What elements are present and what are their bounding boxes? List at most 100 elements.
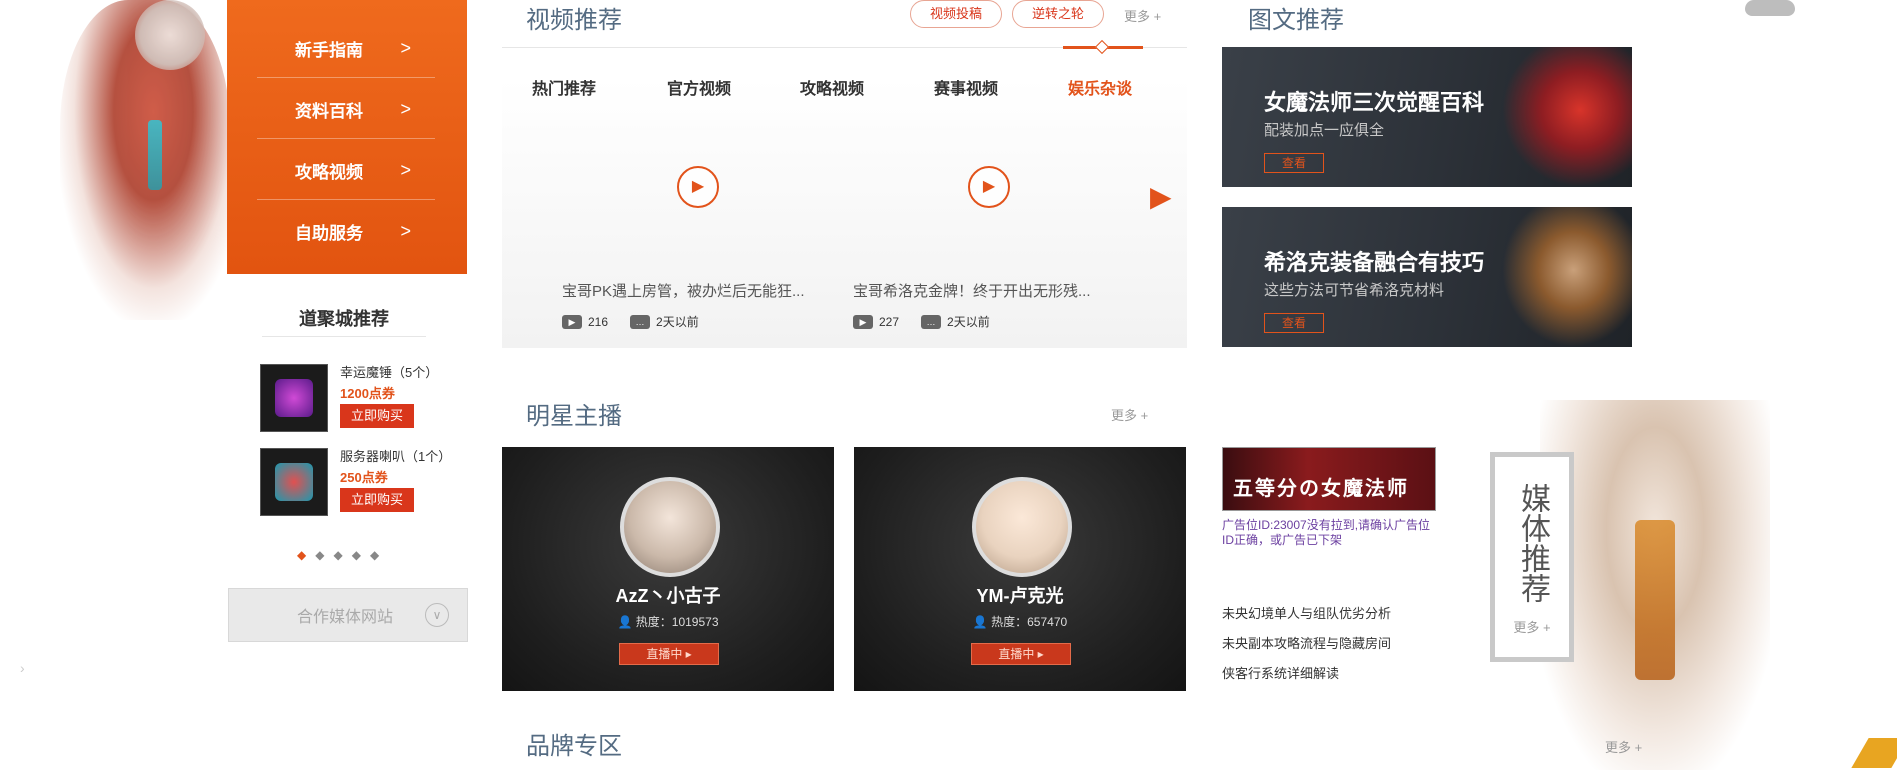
- tab-official[interactable]: 官方视频: [667, 75, 731, 99]
- streamer-heat: 👤 热度：1019573: [502, 613, 834, 630]
- streamers-section-title: 明星主播: [526, 403, 622, 430]
- carousel-dot[interactable]: ◆: [333, 548, 351, 562]
- reversal-wheel-button[interactable]: 逆转之轮: [1012, 0, 1104, 28]
- video-submit-button[interactable]: 视频投稿: [910, 0, 1002, 28]
- video-meta: ▶ 216 … 2天以前: [562, 313, 699, 330]
- nav-divider: [257, 138, 435, 139]
- item-thumbnail[interactable]: [260, 364, 328, 432]
- character-tassel: [148, 120, 162, 190]
- article-card[interactable]: 女魔法师三次觉醒百科 配装加点一应俱全 查看: [1222, 47, 1632, 187]
- brand-more-link[interactable]: 更多 +: [1605, 737, 1642, 756]
- nav-item-label: 攻略视频: [295, 162, 363, 182]
- streamers-more-link[interactable]: 更多 +: [1111, 405, 1148, 424]
- tab-tournament[interactable]: 赛事视频: [934, 75, 998, 99]
- comment-icon: …: [630, 314, 651, 329]
- live-button[interactable]: 直播中 ▸: [619, 643, 719, 665]
- user-icon: 👤: [972, 615, 992, 629]
- buy-button[interactable]: 立即购买: [340, 488, 414, 512]
- character-sash: [1635, 520, 1675, 680]
- nav-item-guide-videos[interactable]: 攻略视频 >: [257, 140, 435, 200]
- nav-item-newbie-guide[interactable]: 新手指南 >: [257, 18, 435, 78]
- ad-banner[interactable]: 五等分の女魔法师: [1222, 447, 1436, 511]
- carousel-dots: ◆◆◆◆◆: [297, 548, 388, 562]
- tab-guide[interactable]: 攻略视频: [800, 75, 864, 99]
- card-illustration: [1502, 47, 1632, 187]
- side-nav: 新手指南 > 资料百科 > 攻略视频 > 自助服务 >: [227, 0, 467, 274]
- item-thumbnail[interactable]: [260, 448, 328, 516]
- article-card[interactable]: 希洛克装备融合有技巧 这些方法可节省希洛克材料 查看: [1222, 207, 1632, 347]
- speaker-icon: [275, 463, 313, 501]
- news-link[interactable]: 未央幻境单人与组队优劣分析: [1222, 603, 1391, 622]
- nav-item-encyclopedia[interactable]: 资料百科 >: [257, 79, 435, 139]
- comment-icon: …: [921, 314, 942, 329]
- play-count-icon: ▶: [562, 314, 582, 329]
- streamer-name: AzZ丶小古子: [615, 586, 721, 606]
- brand-section-title: 品牌专区: [526, 733, 622, 760]
- avatar[interactable]: [620, 477, 720, 577]
- view-button[interactable]: 查看: [1264, 313, 1324, 333]
- play-count: 227: [879, 314, 900, 329]
- item-name[interactable]: 幸运魔锤（5个）: [340, 362, 438, 381]
- tab-entertainment[interactable]: 娱乐杂谈: [1068, 75, 1132, 99]
- chevron-right-icon: >: [400, 159, 411, 180]
- streamer-name: YM-卢克光: [976, 586, 1064, 606]
- video-section-title: 视频推荐: [526, 7, 622, 34]
- nav-item-label: 自助服务: [295, 223, 363, 243]
- character-illustration-left: [60, 0, 230, 320]
- carousel-dot[interactable]: ◆: [352, 548, 370, 562]
- video-more-link[interactable]: 更多 +: [1124, 6, 1161, 25]
- news-link[interactable]: 未央副本攻略流程与隐藏房间: [1222, 633, 1391, 652]
- item-name[interactable]: 服务器喇叭（1个）: [340, 446, 451, 465]
- next-arrow-icon[interactable]: ▶: [1150, 180, 1172, 213]
- media-more-link[interactable]: 更多 +: [1495, 617, 1569, 636]
- item-price: 250点券: [340, 470, 388, 485]
- card-illustration: [1502, 207, 1632, 347]
- chevron-right-icon: >: [400, 98, 411, 119]
- carousel-dot[interactable]: ◆: [315, 548, 333, 562]
- nav-item-self-service[interactable]: 自助服务 >: [257, 201, 435, 261]
- video-time: 2天以前: [656, 315, 699, 329]
- view-button[interactable]: 查看: [1264, 153, 1324, 173]
- divider: [262, 336, 426, 337]
- tab-hot[interactable]: 热门推荐: [532, 75, 596, 99]
- streamer-card[interactable]: YM-卢克光 👤 热度：657470 直播中 ▸: [854, 447, 1186, 691]
- chevron-right-icon: >: [400, 37, 411, 58]
- chevron-right-icon: >: [400, 220, 411, 241]
- chevron-right-icon[interactable]: ›: [20, 660, 25, 676]
- card-subtitle: 这些方法可节省希洛克材料: [1264, 282, 1445, 299]
- card-subtitle: 配装加点一应俱全: [1264, 122, 1385, 139]
- video-time: 2天以前: [947, 315, 990, 329]
- item-price: 1200点券: [340, 386, 395, 401]
- chevron-down-icon: ∨: [425, 603, 449, 627]
- nav-item-label: 新手指南: [295, 40, 363, 60]
- cloud-decoration: [1745, 0, 1795, 16]
- avatar[interactable]: [972, 477, 1072, 577]
- card-title: 希洛克装备融合有技巧: [1264, 250, 1485, 275]
- heat-value: 1019573: [671, 615, 719, 629]
- corner-badge[interactable]: [1851, 738, 1897, 768]
- video-caption[interactable]: 宝哥PK遇上房管，被办烂后无能狂...: [562, 280, 805, 301]
- nav-divider: [257, 77, 435, 78]
- play-icon[interactable]: ▶: [677, 166, 719, 208]
- streamer-heat: 👤 热度：657470: [854, 613, 1186, 630]
- user-icon: 👤: [617, 615, 636, 629]
- nav-item-label: 资料百科: [295, 101, 363, 121]
- video-caption[interactable]: 宝哥希洛克金牌！终于开出无形残...: [853, 280, 1091, 301]
- character-illustration-right: [1540, 400, 1770, 770]
- play-icon[interactable]: ▶: [968, 166, 1010, 208]
- media-recommend-box[interactable]: 媒体推荐 更多 +: [1490, 452, 1574, 662]
- mall-title: 道聚城推荐: [299, 309, 389, 329]
- carousel-dot-active[interactable]: ◆: [297, 548, 315, 562]
- live-button[interactable]: 直播中 ▸: [971, 643, 1071, 665]
- partner-media-dropdown[interactable]: 合作媒体网站 ∨: [228, 588, 468, 642]
- carousel-dot[interactable]: ◆: [370, 548, 388, 562]
- play-count-icon: ▶: [853, 314, 873, 329]
- video-meta: ▶ 227 … 2天以前: [853, 313, 990, 330]
- play-count: 216: [588, 314, 609, 329]
- streamer-card[interactable]: AzZ丶小古子 👤 热度：1019573 直播中 ▸: [502, 447, 834, 691]
- news-link[interactable]: 侠客行系统详细解读: [1222, 663, 1339, 682]
- media-title: 媒体推荐: [1516, 483, 1549, 603]
- character-hair: [135, 0, 205, 70]
- card-title: 女魔法师三次觉醒百科: [1264, 90, 1485, 115]
- buy-button[interactable]: 立即购买: [340, 404, 414, 428]
